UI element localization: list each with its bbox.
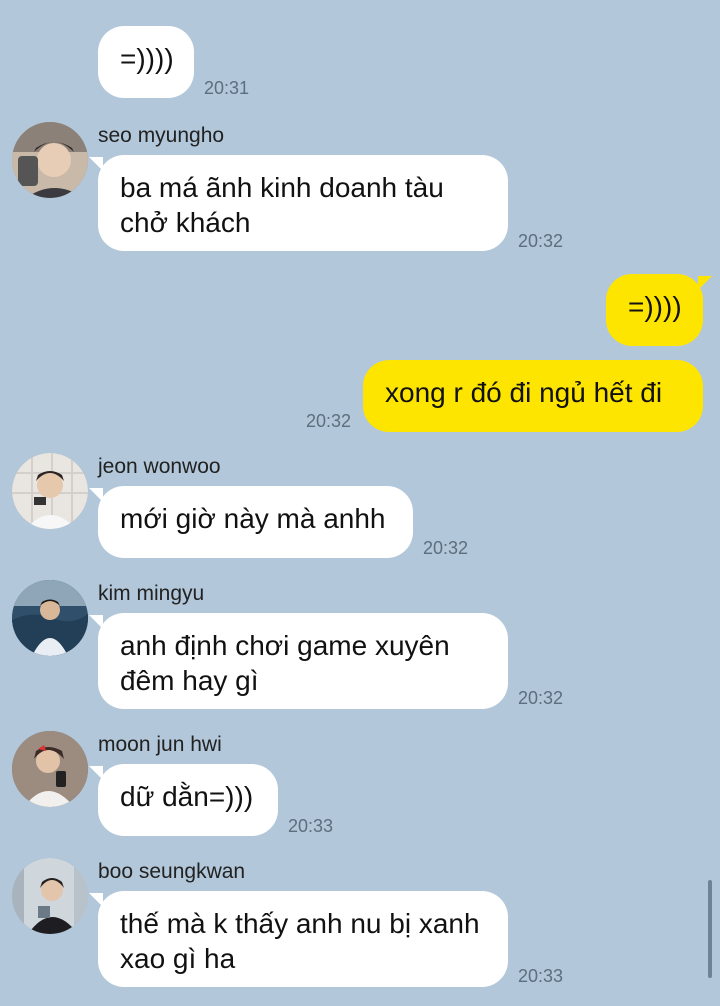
message-text: dữ dằn=))) [120,781,254,812]
message-text: thế mà k thấy anh nu bị xanh xao gì ha [120,908,480,974]
message-time: 20:33 [288,816,334,836]
avatar[interactable] [12,731,88,807]
sender-name: jeon wonwoo [98,455,221,478]
profile-photo-icon [12,580,88,656]
message-text: ba má ãnh kinh doanh tàu chở khách [120,172,444,238]
message-time: 20:31 [204,78,250,98]
profile-photo-icon [12,731,88,807]
message-text: xong r đó đi ngủ hết đi [385,377,663,408]
message-bubble[interactable]: thế mà k thấy anh nu bị xanh xao gì ha [89,891,508,987]
message-time: 20:32 [518,231,564,251]
profile-photo-icon [12,453,88,529]
profile-photo-icon [12,122,88,198]
message-text: =)))) [120,43,174,74]
chat-history[interactable]: =)))) 20:31 seo myungho ba má ãnh kinh d… [0,0,720,1006]
message-time: 20:32 [306,411,352,431]
message-time: 20:33 [518,966,564,986]
message-time: 20:32 [518,688,564,708]
message-bubble[interactable]: xong r đó đi ngủ hết đi [363,360,703,432]
sender-name: kim mingyu [98,582,205,605]
message-bubble[interactable]: anh định chơi game xuyên đêm hay gì [89,613,508,709]
avatar[interactable] [12,580,88,656]
message-bubble[interactable]: =)))) [98,26,194,98]
message-text: anh định chơi game xuyên đêm hay gì [120,630,450,696]
sender-name: boo seungkwan [98,860,246,883]
message-time: 20:32 [423,538,469,558]
sender-name: moon jun hwi [98,733,222,756]
avatar[interactable] [12,122,88,198]
message-bubble[interactable]: ba má ãnh kinh doanh tàu chở khách [89,155,508,251]
message-bubble[interactable]: dữ dằn=))) [89,764,278,836]
avatar[interactable] [12,453,88,529]
message-text: mới giờ này mà anhh [120,503,386,534]
message-bubble[interactable]: mới giờ này mà anhh [89,486,413,558]
message-text: =)))) [628,291,682,322]
profile-photo-icon [12,858,88,934]
message-bubble[interactable]: =)))) [606,274,712,346]
scrollbar[interactable] [708,880,712,978]
avatar[interactable] [12,858,88,934]
sender-name: seo myungho [98,124,225,147]
